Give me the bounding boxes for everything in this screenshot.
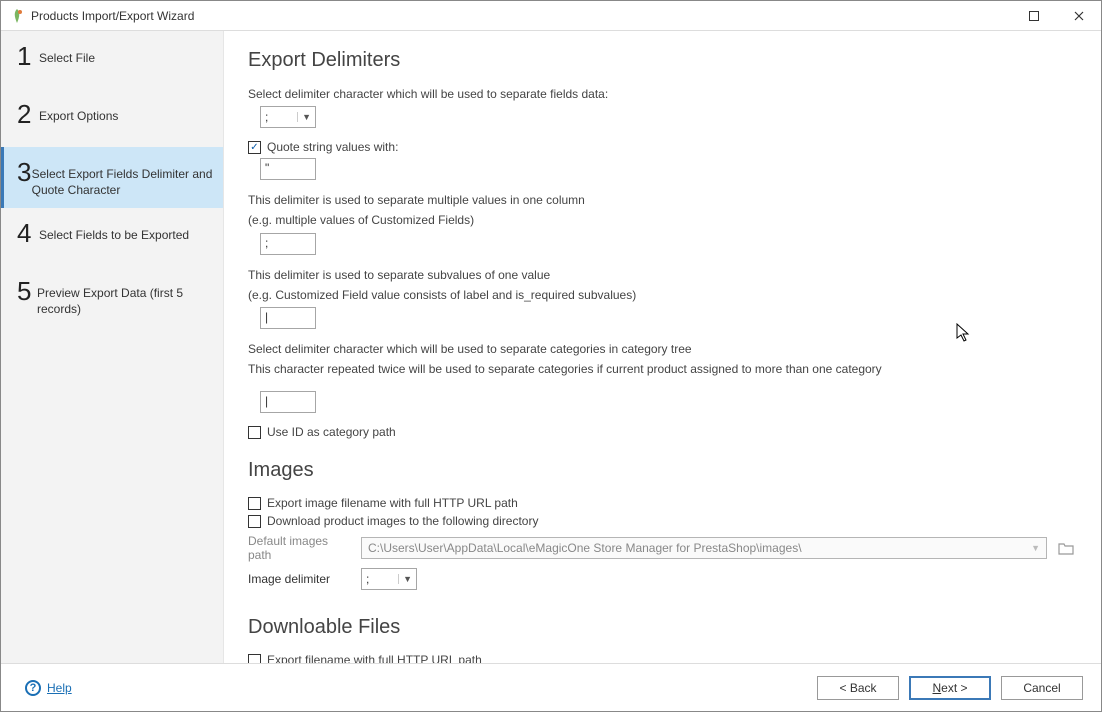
use-id-category-label: Use ID as category path (267, 425, 396, 439)
step-export-options[interactable]: 2 Export Options (1, 89, 223, 147)
chevron-down-icon: ▼ (398, 574, 412, 584)
subval-desc1: This delimiter is used to separate subva… (248, 267, 1077, 283)
step-number: 4 (17, 220, 39, 246)
export-image-url-label: Export image filename with full HTTP URL… (267, 496, 518, 510)
combo-value: ; (265, 110, 268, 124)
step-label: Export Options (39, 99, 118, 125)
help-link[interactable]: ? Help (25, 680, 72, 696)
step-number: 2 (17, 101, 39, 127)
app-icon (9, 8, 25, 24)
step-label: Select File (39, 41, 95, 67)
multival-desc2: (e.g. multiple values of Customized Fiel… (248, 212, 1077, 228)
cat-desc2: This character repeated twice will be us… (248, 361, 1077, 377)
download-images-label: Download product images to the following… (267, 514, 538, 528)
step-preview-data[interactable]: 5 Preview Export Data (first 5 records) (1, 266, 223, 327)
titlebar: Products Import/Export Wizard (1, 1, 1101, 31)
section-heading-images: Images (248, 459, 1077, 482)
window-controls (1011, 1, 1101, 31)
default-images-path-label: Default images path (248, 534, 353, 562)
download-images-checkbox[interactable] (248, 515, 261, 528)
step-label: Select Export Fields Delimiter and Quote… (32, 157, 213, 198)
quote-values-label: Quote string values with: (267, 140, 398, 154)
field-delimiter-combo[interactable]: ; ▼ (260, 106, 316, 128)
category-delimiter-input[interactable]: | (260, 391, 316, 413)
step-select-fields[interactable]: 4 Select Fields to be Exported (1, 208, 223, 266)
close-button[interactable] (1056, 1, 1101, 31)
step-number: 3 (17, 159, 32, 185)
default-images-path-input[interactable]: C:\Users\User\AppData\Local\eMagicOne St… (361, 537, 1047, 559)
wizard-footer: ? Help < Back Next > Cancel (1, 663, 1101, 711)
step-delimiter-quote[interactable]: 3 Select Export Fields Delimiter and Quo… (1, 147, 223, 208)
multival-delimiter-input[interactable]: ; (260, 233, 316, 255)
help-icon: ? (25, 680, 41, 696)
quote-char-input[interactable]: " (260, 158, 316, 180)
help-label: Help (47, 681, 72, 695)
subval-delimiter-input[interactable]: | (260, 307, 316, 329)
export-file-url-checkbox[interactable] (248, 654, 261, 663)
wizard-steps-sidebar: 1 Select File 2 Export Options 3 Select … (1, 31, 224, 663)
field-delimiter-desc: Select delimiter character which will be… (248, 86, 1077, 102)
maximize-button[interactable] (1011, 1, 1056, 31)
chevron-down-icon: ▼ (1031, 543, 1040, 553)
step-label: Preview Export Data (first 5 records) (37, 276, 213, 317)
chevron-down-icon: ▼ (297, 112, 311, 122)
export-image-url-checkbox[interactable] (248, 497, 261, 510)
cat-desc1: Select delimiter character which will be… (248, 341, 1077, 357)
quote-values-checkbox[interactable] (248, 141, 261, 154)
section-heading-downloadable: Downloable Files (248, 616, 1077, 639)
back-button[interactable]: < Back (817, 676, 899, 700)
path-value: C:\Users\User\AppData\Local\eMagicOne St… (368, 541, 802, 555)
subval-desc2: (e.g. Customized Field value consists of… (248, 287, 1077, 303)
step-label: Select Fields to be Exported (39, 218, 189, 244)
image-delimiter-label: Image delimiter (248, 572, 353, 586)
step-number: 1 (17, 43, 39, 69)
use-id-category-checkbox[interactable] (248, 426, 261, 439)
window-title: Products Import/Export Wizard (31, 9, 1011, 23)
export-file-url-label: Export filename with full HTTP URL path (267, 653, 482, 663)
combo-value: ; (366, 572, 369, 586)
multival-desc1: This delimiter is used to separate multi… (248, 192, 1077, 208)
cancel-button[interactable]: Cancel (1001, 676, 1083, 700)
next-button[interactable]: Next > (909, 676, 991, 700)
browse-folder-button[interactable] (1055, 537, 1077, 559)
image-delimiter-combo[interactable]: ; ▼ (361, 568, 417, 590)
wizard-page-content: Export Delimiters Select delimiter chara… (224, 31, 1101, 663)
step-select-file[interactable]: 1 Select File (1, 31, 223, 89)
section-heading-delimiters: Export Delimiters (248, 49, 1077, 72)
step-number: 5 (17, 278, 37, 304)
